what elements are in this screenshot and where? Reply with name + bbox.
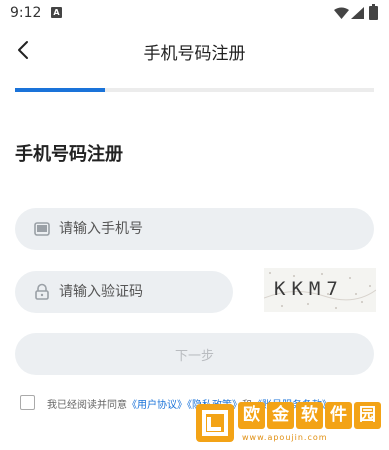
watermark-char: 件 (325, 402, 352, 429)
watermark-chars: 欧 金 软 件 园 (238, 402, 381, 429)
app-bar: 手机号码注册 (0, 28, 389, 72)
watermark-icon (196, 404, 234, 442)
code-input[interactable] (59, 271, 217, 313)
step-progress-bar (15, 88, 374, 92)
phone-field[interactable] (15, 208, 374, 250)
step-progress-fill (15, 88, 105, 92)
captcha-text: KKM7 (274, 278, 344, 300)
watermark-char: 欧 (238, 402, 265, 429)
battery-icon (369, 4, 378, 20)
notification-app-icon: A (51, 7, 62, 18)
agreement-prefix: 我已经阅读并同意 (47, 400, 127, 411)
phone-input[interactable] (59, 208, 358, 250)
watermark-char: 园 (354, 402, 381, 429)
captcha-image[interactable]: KKM7 (264, 268, 376, 312)
wifi-icon (334, 7, 349, 19)
status-time: 9:12 (10, 5, 42, 21)
next-button[interactable]: 下一步 (15, 333, 374, 375)
section-heading: 手机号码注册 (15, 144, 123, 165)
watermark-url: www.apoujin.com (242, 433, 328, 442)
watermark-logo: 欧 金 软 件 园 www.apoujin.com (196, 400, 384, 450)
code-field[interactable] (15, 271, 233, 313)
agree-checkbox[interactable] (20, 395, 35, 410)
status-bar: 9:12 A (0, 0, 389, 28)
signal-icon (351, 7, 364, 19)
user-agreement-link[interactable]: 《用户协议》 (127, 400, 187, 411)
watermark-char: 金 (267, 402, 294, 429)
lock-icon (35, 283, 49, 300)
phone-icon (34, 222, 50, 236)
page-title: 手机号码注册 (143, 44, 246, 64)
watermark-char: 软 (296, 402, 323, 429)
